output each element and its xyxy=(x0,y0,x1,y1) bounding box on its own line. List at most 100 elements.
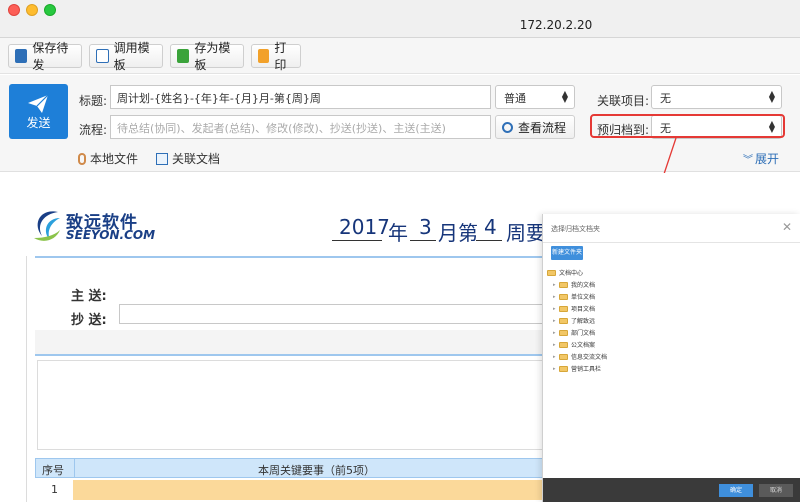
title-input[interactable]: 周计划-{姓名}-{年}年-{月}月-第{周}周 xyxy=(110,85,491,109)
print-label: 打印 xyxy=(274,41,287,72)
print-button[interactable]: 打印 xyxy=(251,41,301,72)
template-icon xyxy=(96,49,109,63)
tree-label: 项目文档 xyxy=(571,306,596,313)
flow-input[interactable]: 待总结(协同)、发起者(总结)、修改(修改)、抄送(抄送)、主送(主送) xyxy=(110,115,491,139)
expand-label: 展开 xyxy=(755,152,780,166)
row-seq: 1 xyxy=(51,483,58,496)
to-label: 主 送: xyxy=(71,289,107,304)
load-template-button[interactable]: 调用模板 xyxy=(89,41,163,72)
save-draft-button[interactable]: 保存待发 xyxy=(8,41,82,72)
tree-item[interactable]: ▸ 部门文档 xyxy=(553,328,595,337)
select-arrows-icon: ▲ ▼ xyxy=(768,89,775,104)
tree-item[interactable]: ▸ 单位文档 xyxy=(553,292,595,301)
sheet-top-line xyxy=(35,256,543,258)
related-doc-label: 关联文档 xyxy=(172,152,221,166)
archive-folder-dialog: 选择归档文档夹 ✕ 新建文件夹 文档中心 ▸ 我的文档 ▸ 单位文档 ▸ 项目文… xyxy=(542,214,800,502)
window-titlebar: 172.20.2.20 xyxy=(0,0,800,38)
close-window-button[interactable] xyxy=(8,4,20,16)
save-icon xyxy=(15,49,28,63)
local-file-label: 本地文件 xyxy=(90,152,139,166)
related-project-label: 关联项目: xyxy=(597,94,650,108)
cc-input[interactable] xyxy=(119,304,543,324)
tree-item[interactable]: ▸ 信息交流文档 xyxy=(553,352,607,361)
magnifier-icon xyxy=(502,121,513,133)
tree-label: 文档中心 xyxy=(559,270,584,277)
chevron-down-icon: ︾ xyxy=(743,155,753,166)
logo-mark-icon xyxy=(34,211,60,241)
archive-highlight-box xyxy=(590,114,785,138)
table-header: 序号 本周关键要事（前5项） xyxy=(35,458,543,478)
paper-plane-icon xyxy=(28,94,49,113)
tree-item[interactable]: ▸ 公文档案 xyxy=(553,340,595,349)
folder-icon xyxy=(547,269,556,276)
dialog-divider xyxy=(543,242,800,243)
close-icon[interactable]: ✕ xyxy=(782,220,792,234)
toolbar: 保存待发 调用模板 存为模板 打印 xyxy=(0,38,800,74)
col-divider xyxy=(74,459,75,477)
year-unit: 年 xyxy=(388,221,408,245)
minimize-window-button[interactable] xyxy=(26,4,38,16)
report-month: 3 xyxy=(419,215,432,239)
view-flow-button[interactable]: 查看流程 xyxy=(495,115,575,139)
section-line xyxy=(35,354,543,356)
new-folder-button[interactable]: 新建文件夹 xyxy=(551,246,583,260)
folder-icon xyxy=(559,365,568,372)
folder-icon xyxy=(559,317,568,324)
related-project-select[interactable]: 无 ▲ ▼ xyxy=(651,85,782,109)
save-draft-label: 保存待发 xyxy=(32,41,69,72)
expand-button[interactable]: ︾ 展开 xyxy=(743,150,779,167)
month-unit: 月第 xyxy=(438,221,478,245)
related-doc-button[interactable]: 关联文档 xyxy=(156,150,220,167)
priority-select[interactable]: 普通 ▲ ▼ xyxy=(495,85,575,109)
tree-item[interactable]: ▸ 营销工具栏 xyxy=(553,364,601,373)
col-key: 本周关键要事（前5项） xyxy=(258,464,375,477)
load-template-label: 调用模板 xyxy=(113,41,150,72)
cc-label: 抄 送: xyxy=(71,313,107,328)
spacer-band xyxy=(35,330,543,354)
priority-value: 普通 xyxy=(504,92,526,105)
week-unit: 周要 xyxy=(506,221,546,245)
printer-icon xyxy=(258,49,270,63)
address-label: 172.20.2.20 xyxy=(519,18,593,32)
paperclip-icon xyxy=(78,152,86,165)
tree-root[interactable]: 文档中心 xyxy=(547,268,583,277)
tree-label: 我的文档 xyxy=(571,282,596,289)
cancel-button[interactable]: 取消 xyxy=(759,484,793,497)
view-flow-label: 查看流程 xyxy=(518,120,567,135)
save-template-button[interactable]: 存为模板 xyxy=(170,41,244,72)
tree-item[interactable]: ▸ 了解致远 xyxy=(553,316,595,325)
local-file-button[interactable]: 本地文件 xyxy=(78,150,138,167)
folder-icon xyxy=(559,329,568,336)
flow-label: 流程: xyxy=(79,123,108,137)
tree-item[interactable]: ▸ 我的文档 xyxy=(553,280,595,289)
tree-item[interactable]: ▸ 项目文档 xyxy=(553,304,595,313)
save-template-label: 存为模板 xyxy=(194,41,231,72)
title-label: 标题: xyxy=(79,94,108,108)
tree-label: 公文档案 xyxy=(571,342,596,349)
logo-text-en: SEEYON.COM xyxy=(66,228,156,242)
month-underline xyxy=(410,240,436,241)
folder-icon xyxy=(559,341,568,348)
year-underline xyxy=(332,240,382,241)
table-row: 1 xyxy=(35,478,543,502)
send-button[interactable]: 发送 xyxy=(9,84,68,139)
save-template-icon xyxy=(177,49,190,63)
send-label: 发送 xyxy=(26,116,51,130)
tree-label: 信息交流文档 xyxy=(571,354,608,361)
content-textarea[interactable] xyxy=(37,360,543,450)
zoom-window-button[interactable] xyxy=(44,4,56,16)
ok-button[interactable]: 确定 xyxy=(719,484,753,497)
dialog-title: 选择归档文档夹 xyxy=(551,225,600,233)
folder-icon xyxy=(559,353,568,360)
col-seq: 序号 xyxy=(42,464,64,477)
tree-label: 单位文档 xyxy=(571,294,596,301)
row-input[interactable] xyxy=(73,480,543,500)
recipients-block: 主 送: 抄 送: xyxy=(35,264,543,328)
week-underline xyxy=(476,240,502,241)
dialog-footer: 确定 取消 xyxy=(543,478,800,502)
report-week: 4 xyxy=(484,215,497,239)
report-sheet: 主 送: 抄 送: 序号 本周关键要事（前5项） 1 xyxy=(26,256,543,502)
folder-icon xyxy=(559,281,568,288)
select-arrows-icon: ▲ ▼ xyxy=(561,89,568,104)
tree-label: 了解致远 xyxy=(571,318,596,325)
